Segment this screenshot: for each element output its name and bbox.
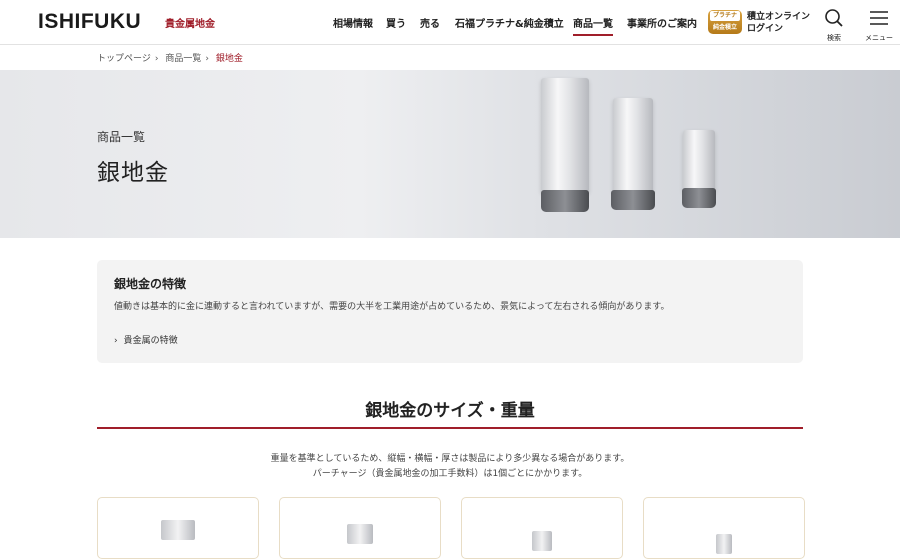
- badge-line2: 純金積立: [712, 24, 737, 31]
- breadcrumb-products[interactable]: 商品一覧: [165, 54, 201, 64]
- silver-bar-thumbnail: [347, 524, 373, 544]
- section-note-line2: パーチャージ（貴金属地金の加工手数料）は1個ごとにかかります。: [312, 469, 588, 479]
- logo[interactable]: ISHIFUKU: [38, 10, 141, 34]
- nav-buy[interactable]: 買う: [386, 15, 406, 30]
- nav-tsumitate[interactable]: 石福プラチナ&純金積立: [455, 15, 564, 30]
- hero-subtitle: 商品一覧: [97, 130, 146, 144]
- nav-offices[interactable]: 事業所のご案内: [627, 15, 697, 30]
- search-label: 検索: [827, 34, 841, 42]
- section-note-line1: 重量を基準としているため、縦幅・横幅・厚さは製品により多少異なる場合があります。: [270, 454, 630, 464]
- chevron-right-icon: ›: [114, 336, 118, 346]
- breadcrumb-separator: ›: [154, 54, 159, 64]
- menu-button[interactable]: メニュー: [864, 8, 894, 43]
- silver-bar-thumbnail: [532, 531, 552, 551]
- tsumitate-badge[interactable]: プラチナ 純金積立: [708, 10, 742, 34]
- search-icon: [825, 9, 843, 27]
- search-button[interactable]: 検索: [822, 8, 846, 43]
- menu-label: メニュー: [865, 34, 893, 42]
- breadcrumb-separator: ›: [205, 54, 209, 64]
- product-card[interactable]: [279, 497, 441, 559]
- feature-title: 銀地金の特徴: [114, 277, 187, 291]
- nav-market-info[interactable]: 相場情報: [333, 15, 373, 30]
- badge-line1: プラチナ: [710, 11, 740, 21]
- feature-text: 値動きは基本的に金に連動すると言われていますが、需要の大半を工業用途が占めている…: [114, 302, 670, 312]
- silver-bar-thumbnail: [161, 520, 195, 540]
- breadcrumb: トップページ › 商品一覧 › 銀地金: [97, 51, 247, 64]
- silver-bar-thumbnail: [716, 534, 732, 554]
- feature-panel: 銀地金の特徴 値動きは基本的に金に連動すると言われていますが、需要の大半を工業用…: [97, 260, 803, 363]
- feature-link-label: 貴金属の特徴: [123, 336, 178, 346]
- site-header: ISHIFUKU 貴金属地金 相場情報 買う 売る 石福プラチナ&純金積立 商品…: [0, 0, 900, 45]
- product-card[interactable]: [97, 497, 259, 559]
- menu-icon: [870, 11, 888, 25]
- breadcrumb-current: 銀地金: [215, 54, 243, 64]
- precious-metal-features-link[interactable]: › 貴金属の特徴: [114, 333, 178, 346]
- product-card[interactable]: [461, 497, 623, 559]
- login-line1: 積立オンライン: [747, 12, 811, 22]
- logo-subtitle: 貴金属地金: [165, 19, 215, 30]
- breadcrumb-top[interactable]: トップページ: [97, 54, 151, 64]
- product-card[interactable]: [643, 497, 805, 559]
- nav-products[interactable]: 商品一覧: [573, 15, 613, 36]
- page-title: 銀地金: [97, 160, 169, 186]
- nav-sell[interactable]: 売る: [420, 15, 440, 30]
- hero-banner: 商品一覧 銀地金: [0, 70, 900, 238]
- online-login-link[interactable]: 積立オンライン ログイン: [747, 11, 810, 35]
- login-line2: ログイン: [747, 24, 784, 34]
- section-title: 銀地金のサイズ・重量: [365, 401, 535, 421]
- section-divider: [97, 427, 803, 429]
